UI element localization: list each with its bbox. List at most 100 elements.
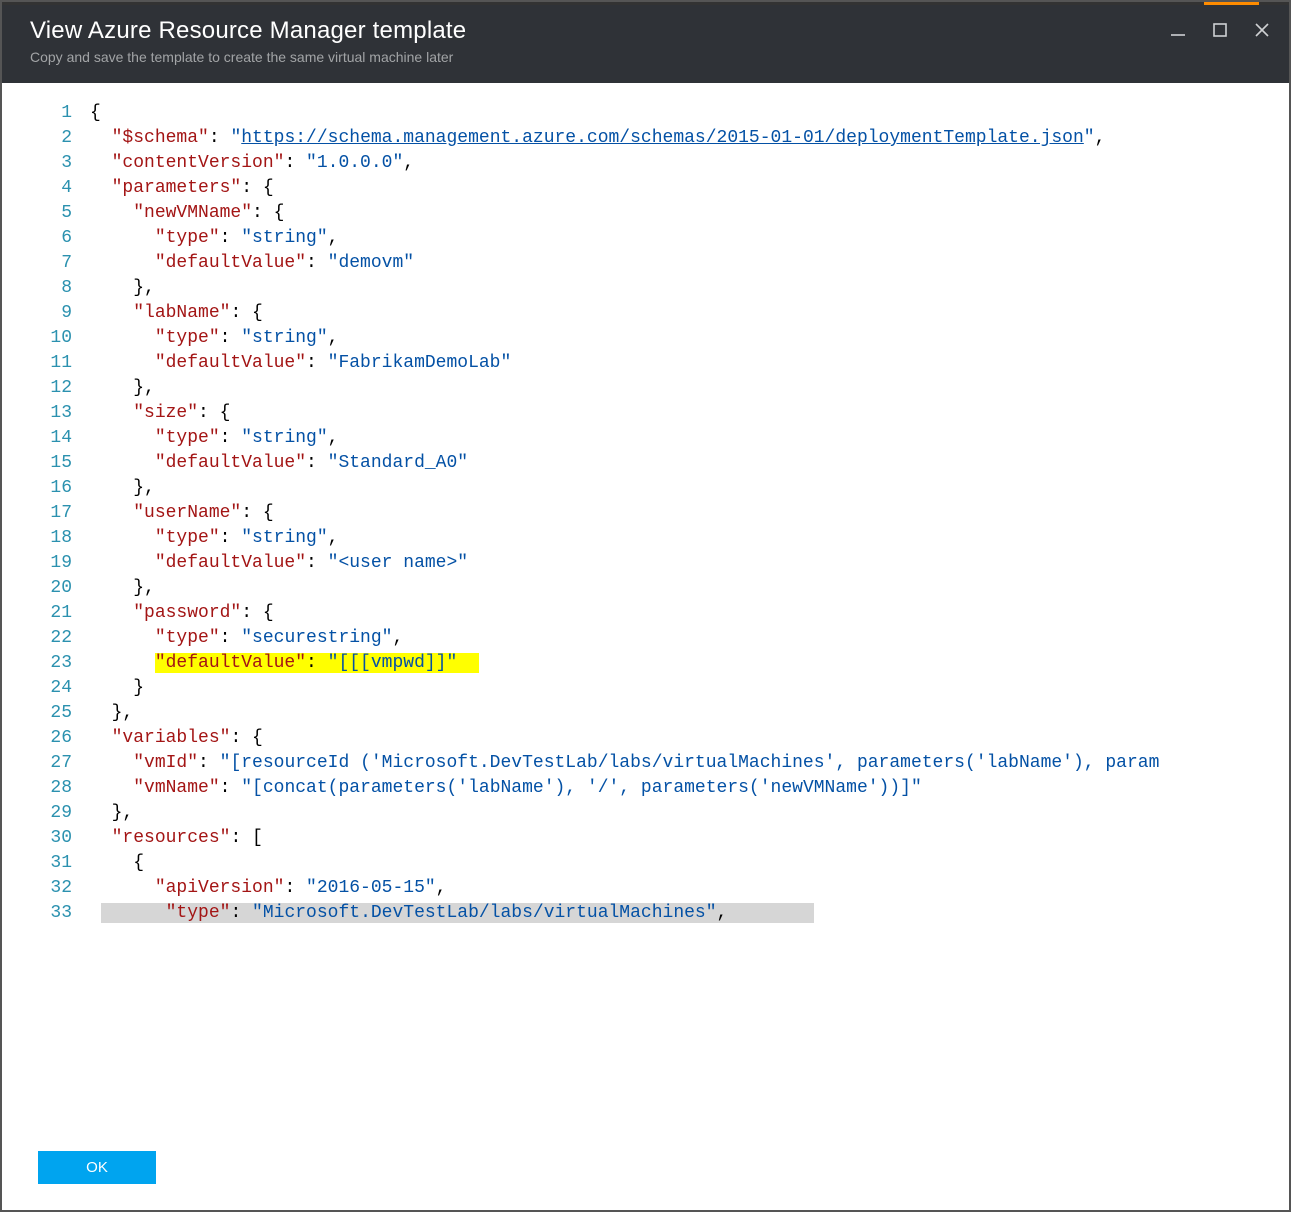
line-number: 1 — [2, 101, 90, 126]
line-content[interactable]: "password": { — [90, 601, 1289, 626]
window-controls — [1169, 21, 1271, 39]
line-content[interactable]: "apiVersion": "2016-05-15", — [90, 876, 1289, 901]
line-content[interactable]: }, — [90, 476, 1289, 501]
line-number: 14 — [2, 426, 90, 451]
line-content[interactable]: "type": "Microsoft.DevTestLab/labs/virtu… — [90, 901, 1289, 926]
code-line[interactable]: 8 }, — [2, 276, 1289, 301]
dialog-subtitle: Copy and save the template to create the… — [30, 49, 1169, 65]
line-content[interactable]: "contentVersion": "1.0.0.0", — [90, 151, 1289, 176]
code-line[interactable]: 12 }, — [2, 376, 1289, 401]
line-number: 17 — [2, 501, 90, 526]
code-line[interactable]: 31 { — [2, 851, 1289, 876]
line-content[interactable]: "vmId": "[resourceId ('Microsoft.DevTest… — [90, 751, 1289, 776]
line-number: 3 — [2, 151, 90, 176]
line-content[interactable]: "defaultValue": "<user name>" — [90, 551, 1289, 576]
code-line[interactable]: 18 "type": "string", — [2, 526, 1289, 551]
minimize-icon[interactable] — [1169, 21, 1187, 39]
line-number: 20 — [2, 576, 90, 601]
code-line[interactable]: 26 "variables": { — [2, 726, 1289, 751]
line-number: 21 — [2, 601, 90, 626]
maximize-icon[interactable] — [1211, 21, 1229, 39]
editor-wrap: 1{2 "$schema": "https://schema.managemen… — [2, 83, 1289, 1129]
line-content[interactable]: "vmName": "[concat(parameters('labName')… — [90, 776, 1289, 801]
line-content[interactable]: }, — [90, 376, 1289, 401]
line-number: 2 — [2, 126, 90, 151]
line-number: 29 — [2, 801, 90, 826]
line-number: 6 — [2, 226, 90, 251]
code-line[interactable]: 21 "password": { — [2, 601, 1289, 626]
line-content[interactable]: }, — [90, 576, 1289, 601]
line-content[interactable]: }, — [90, 276, 1289, 301]
code-line[interactable]: 24 } — [2, 676, 1289, 701]
code-line[interactable]: 15 "defaultValue": "Standard_A0" — [2, 451, 1289, 476]
line-content[interactable]: }, — [90, 701, 1289, 726]
line-content[interactable]: { — [90, 101, 1289, 126]
line-number: 25 — [2, 701, 90, 726]
line-content[interactable]: "type": "string", — [90, 526, 1289, 551]
line-content[interactable]: "type": "string", — [90, 426, 1289, 451]
code-line[interactable]: 23 "defaultValue": "[[[vmpwd]]" — [2, 651, 1289, 676]
code-line[interactable]: 7 "defaultValue": "demovm" — [2, 251, 1289, 276]
line-number: 9 — [2, 301, 90, 326]
line-number: 5 — [2, 201, 90, 226]
line-content[interactable]: "labName": { — [90, 301, 1289, 326]
code-line[interactable]: 17 "userName": { — [2, 501, 1289, 526]
titlebar: View Azure Resource Manager template Cop… — [2, 2, 1289, 83]
line-number: 32 — [2, 876, 90, 901]
line-number: 27 — [2, 751, 90, 776]
code-line[interactable]: 14 "type": "string", — [2, 426, 1289, 451]
code-line[interactable]: 13 "size": { — [2, 401, 1289, 426]
code-line[interactable]: 32 "apiVersion": "2016-05-15", — [2, 876, 1289, 901]
code-line[interactable]: 19 "defaultValue": "<user name>" — [2, 551, 1289, 576]
code-line[interactable]: 16 }, — [2, 476, 1289, 501]
line-number: 28 — [2, 776, 90, 801]
code-line[interactable]: 28 "vmName": "[concat(parameters('labNam… — [2, 776, 1289, 801]
line-number: 10 — [2, 326, 90, 351]
code-line[interactable]: 22 "type": "securestring", — [2, 626, 1289, 651]
code-line[interactable]: 1{ — [2, 101, 1289, 126]
line-number: 24 — [2, 676, 90, 701]
line-number: 30 — [2, 826, 90, 851]
line-content[interactable]: "defaultValue": "[[[vmpwd]]" — [90, 651, 1289, 676]
line-content[interactable]: "defaultValue": "Standard_A0" — [90, 451, 1289, 476]
code-line[interactable]: 33 "type": "Microsoft.DevTestLab/labs/vi… — [2, 901, 1289, 926]
code-line[interactable]: 2 "$schema": "https://schema.management.… — [2, 126, 1289, 151]
line-number: 26 — [2, 726, 90, 751]
line-content[interactable]: "type": "securestring", — [90, 626, 1289, 651]
code-line[interactable]: 20 }, — [2, 576, 1289, 601]
line-content[interactable]: "userName": { — [90, 501, 1289, 526]
line-content[interactable]: "variables": { — [90, 726, 1289, 751]
line-content[interactable]: "parameters": { — [90, 176, 1289, 201]
line-content[interactable]: { — [90, 851, 1289, 876]
line-content[interactable]: "type": "string", — [90, 326, 1289, 351]
dialog-title: View Azure Resource Manager template — [30, 17, 1169, 45]
code-line[interactable]: 6 "type": "string", — [2, 226, 1289, 251]
code-line[interactable]: 9 "labName": { — [2, 301, 1289, 326]
line-number: 23 — [2, 651, 90, 676]
code-line[interactable]: 25 }, — [2, 701, 1289, 726]
code-line[interactable]: 11 "defaultValue": "FabrikamDemoLab" — [2, 351, 1289, 376]
line-content[interactable]: } — [90, 676, 1289, 701]
line-content[interactable]: "size": { — [90, 401, 1289, 426]
code-line[interactable]: 5 "newVMName": { — [2, 201, 1289, 226]
line-content[interactable]: }, — [90, 801, 1289, 826]
line-content[interactable]: "newVMName": { — [90, 201, 1289, 226]
code-line[interactable]: 27 "vmId": "[resourceId ('Microsoft.DevT… — [2, 751, 1289, 776]
ok-button[interactable]: OK — [38, 1151, 156, 1184]
line-number: 13 — [2, 401, 90, 426]
code-line[interactable]: 4 "parameters": { — [2, 176, 1289, 201]
line-content[interactable]: "type": "string", — [90, 226, 1289, 251]
line-number: 7 — [2, 251, 90, 276]
code-line[interactable]: 10 "type": "string", — [2, 326, 1289, 351]
line-number: 15 — [2, 451, 90, 476]
code-line[interactable]: 3 "contentVersion": "1.0.0.0", — [2, 151, 1289, 176]
line-content[interactable]: "defaultValue": "FabrikamDemoLab" — [90, 351, 1289, 376]
code-line[interactable]: 29 }, — [2, 801, 1289, 826]
line-content[interactable]: "defaultValue": "demovm" — [90, 251, 1289, 276]
code-line[interactable]: 30 "resources": [ — [2, 826, 1289, 851]
code-editor[interactable]: 1{2 "$schema": "https://schema.managemen… — [2, 83, 1289, 1129]
close-icon[interactable] — [1253, 21, 1271, 39]
footer: OK — [2, 1129, 1289, 1210]
line-content[interactable]: "resources": [ — [90, 826, 1289, 851]
line-content[interactable]: "$schema": "https://schema.management.az… — [90, 126, 1289, 151]
